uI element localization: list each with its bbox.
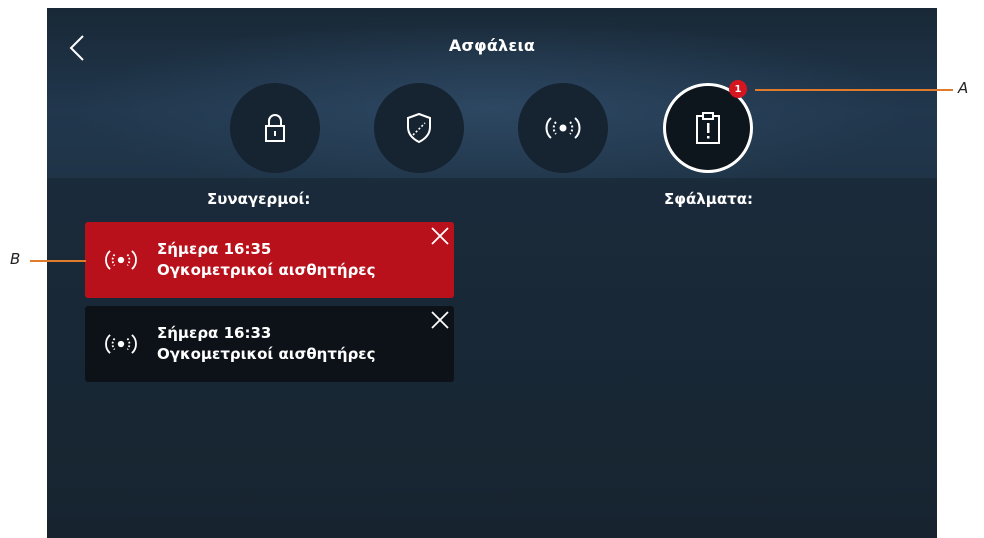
alarm-time: Σήμερα 16:33 bbox=[157, 324, 272, 342]
tab-shield[interactable] bbox=[374, 83, 464, 173]
lock-icon bbox=[265, 114, 285, 142]
shield-icon bbox=[407, 112, 431, 144]
alarm-card-1[interactable]: Σήμερα 16:35 Ογκομετρικοί αισθητήρες bbox=[85, 222, 454, 298]
alarm-card-text: Σήμερα 16:33 Ογκομετρικοί αισθητήρες bbox=[157, 323, 376, 365]
alarm-card-2[interactable]: Σήμερα 16:33 Ογκομετρικοί αισθητήρες bbox=[85, 306, 454, 382]
alarm-card-text: Σήμερα 16:35 Ογκομετρικοί αισθητήρες bbox=[157, 239, 376, 281]
faults-section-title: Σφάλματα: bbox=[664, 190, 753, 208]
dismiss-button[interactable] bbox=[430, 226, 450, 246]
alarm-icon bbox=[105, 250, 137, 270]
close-icon bbox=[431, 311, 449, 329]
page-title: Ασφάλεια bbox=[448, 36, 536, 55]
alarm-sensor: Ογκομετρικοί αισθητήρες bbox=[157, 345, 376, 363]
alarm-icon bbox=[105, 334, 137, 354]
alarm-icon bbox=[545, 117, 581, 139]
alarms-section-title: Συναγερμοί: bbox=[207, 190, 311, 208]
alarm-card-icon-wrap bbox=[85, 330, 157, 358]
dismiss-button[interactable] bbox=[430, 310, 450, 330]
callout-b-line bbox=[30, 260, 86, 262]
close-icon bbox=[431, 227, 449, 245]
callout-a-line bbox=[755, 89, 953, 91]
clipboard-alert-icon bbox=[696, 112, 720, 144]
notification-badge: 1 bbox=[729, 80, 747, 98]
alarm-card-icon-wrap bbox=[85, 246, 157, 274]
alarm-sensor: Ογκομετρικοί αισθητήρες bbox=[157, 261, 376, 279]
alarm-time: Σήμερα 16:35 bbox=[157, 240, 272, 258]
tab-alarm[interactable] bbox=[518, 83, 608, 173]
tab-lock[interactable] bbox=[230, 83, 320, 173]
security-screen: Ασφάλεια 1 Συναγερμοί: Σφάλματα: Σήμερα … bbox=[47, 8, 937, 538]
callout-b-label: B bbox=[10, 250, 21, 268]
header-band bbox=[47, 8, 937, 178]
callout-a-label: A bbox=[958, 79, 969, 97]
